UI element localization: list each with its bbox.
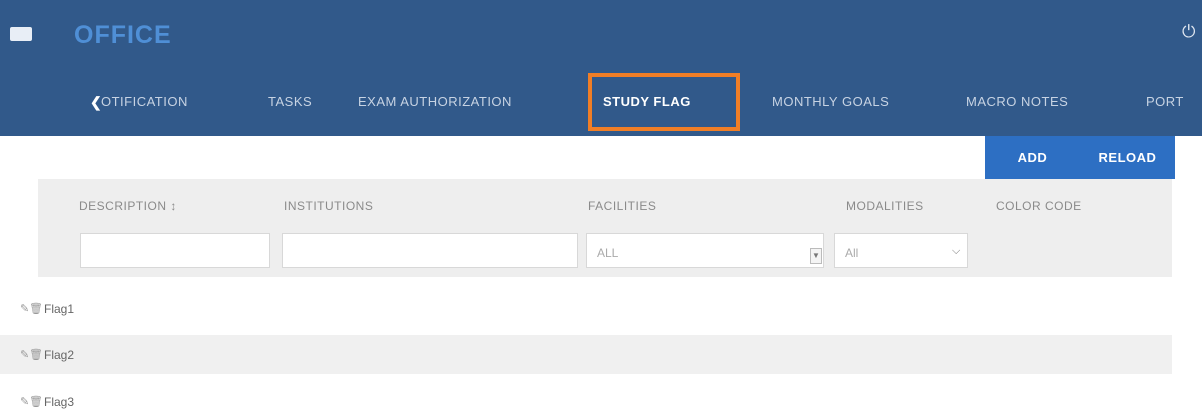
tab-port[interactable]: PORT bbox=[1146, 94, 1184, 109]
trash-icon[interactable]: 🗑 bbox=[29, 348, 43, 361]
column-header-facilities[interactable]: FACILITIES bbox=[588, 199, 656, 213]
flag-name: Flag1 bbox=[44, 301, 75, 316]
table-row[interactable]: ✎ 🗑 Flag2 bbox=[0, 335, 1172, 374]
filter-panel: DESCRIPTION ↕ INSTITUTIONS FACILITIES MO… bbox=[38, 179, 1172, 277]
modalities-select[interactable]: All bbox=[834, 233, 968, 268]
chevron-down-icon[interactable]: ⌵ bbox=[952, 245, 960, 258]
column-header-modalities[interactable]: MODALITIES bbox=[846, 199, 924, 213]
active-tab-highlight bbox=[588, 73, 740, 131]
trash-icon[interactable]: 🗑 bbox=[29, 395, 43, 408]
sort-icon[interactable]: ↕ bbox=[170, 199, 177, 213]
column-header-description[interactable]: DESCRIPTION ↕ bbox=[79, 199, 177, 213]
column-header-description-label: DESCRIPTION bbox=[79, 199, 167, 213]
app-title: OFFICE bbox=[74, 21, 172, 49]
pencil-icon[interactable]: ✎ bbox=[20, 395, 29, 408]
menu-icon[interactable] bbox=[10, 27, 32, 41]
pencil-icon[interactable]: ✎ bbox=[20, 302, 29, 315]
table-row[interactable]: ✎ 🗑 Flag1 bbox=[0, 289, 1172, 328]
trash-icon[interactable]: 🗑 bbox=[29, 302, 43, 315]
tab-exam-authorization[interactable]: EXAM AUTHORIZATION bbox=[358, 94, 512, 109]
facilities-filter-input[interactable]: ALL bbox=[586, 233, 824, 268]
flag-name: Flag2 bbox=[44, 347, 75, 362]
table-row[interactable]: ✎ 🗑 Flag3 bbox=[0, 382, 1172, 413]
tab-monthly-goals[interactable]: MONTHLY GOALS bbox=[772, 94, 889, 109]
description-filter-input[interactable] bbox=[80, 233, 270, 268]
column-header-color-code: COLOR CODE bbox=[996, 199, 1082, 213]
facilities-dropdown-button[interactable]: ▼ bbox=[810, 248, 822, 264]
add-button[interactable]: ADD bbox=[985, 136, 1080, 179]
column-header-institutions[interactable]: INSTITUTIONS bbox=[284, 199, 373, 213]
chevron-left-icon[interactable]: ❮ bbox=[90, 94, 102, 111]
flag-name: Flag3 bbox=[44, 394, 75, 409]
power-icon[interactable]: ⏻ bbox=[1182, 22, 1198, 40]
institutions-filter-input[interactable] bbox=[282, 233, 578, 268]
reload-button[interactable]: RELOAD bbox=[1080, 136, 1175, 179]
tab-tasks[interactable]: TASKS bbox=[268, 94, 312, 109]
tab-macro-notes[interactable]: MACRO NOTES bbox=[966, 94, 1068, 109]
tab-notification[interactable]: OTIFICATION bbox=[101, 94, 188, 109]
pencil-icon[interactable]: ✎ bbox=[20, 348, 29, 361]
